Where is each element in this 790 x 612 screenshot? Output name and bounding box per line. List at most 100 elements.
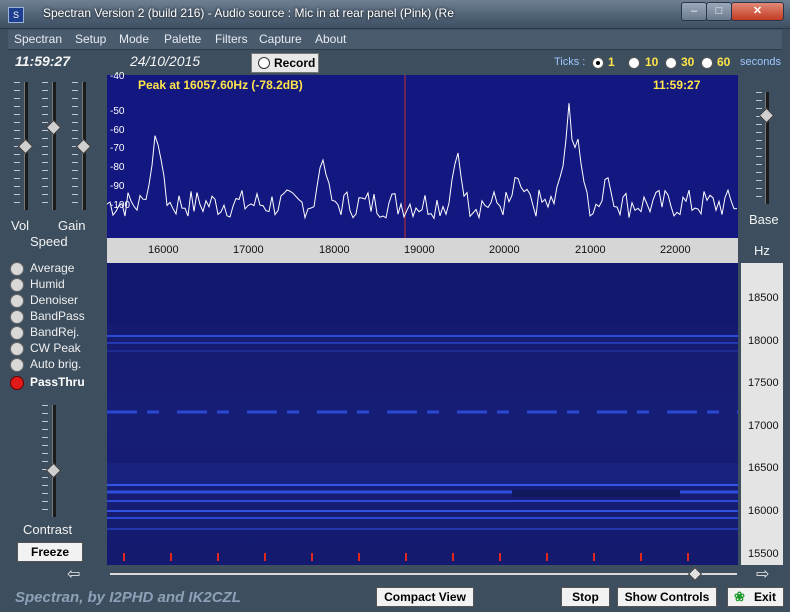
scale-label: 17500 — [748, 377, 779, 389]
exit-button[interactable]: ❀ Exit — [727, 587, 784, 607]
seconds-label: seconds — [740, 56, 781, 68]
tick-value-10: 10 — [645, 55, 659, 69]
db-label: -90 — [110, 181, 125, 192]
speed-slider-knob[interactable] — [45, 119, 62, 136]
waterfall-display[interactable] — [107, 263, 738, 565]
waterfall-noise-band — [107, 463, 738, 485]
db-label: -40 — [110, 71, 125, 82]
show-controls-button[interactable]: Show Controls — [617, 587, 717, 607]
freq-label: 21000 — [575, 244, 606, 256]
option-label: Humid — [30, 277, 65, 291]
option-bullet-icon — [10, 262, 24, 276]
menu-palette[interactable]: Palette — [164, 32, 201, 46]
scale-label: 18500 — [748, 292, 779, 304]
freeze-button[interactable]: Freeze — [17, 542, 83, 562]
scale-label: 16500 — [748, 462, 779, 474]
menu-mode[interactable]: Mode — [119, 32, 149, 46]
option-bullet-icon — [10, 310, 24, 324]
tick-radio-10[interactable] — [628, 57, 640, 69]
peak-readout: Peak at 16057.60Hz (-78.2dB) — [138, 78, 303, 92]
tick-radio-1[interactable] — [592, 57, 604, 69]
menu-filters[interactable]: Filters — [215, 32, 248, 46]
base-label: Base — [749, 212, 779, 227]
compact-view-button[interactable]: Compact View — [376, 587, 474, 607]
option-bullet-icon — [10, 278, 24, 292]
waterfall-markers — [123, 553, 689, 561]
tick-value-30: 30 — [681, 55, 695, 69]
record-label: Record — [274, 56, 316, 70]
record-circle-icon — [258, 57, 270, 69]
spectrum-svg — [107, 75, 738, 238]
db-label: -100 — [110, 200, 131, 211]
scale-label: 18000 — [748, 335, 779, 347]
freq-label: 17000 — [233, 244, 264, 256]
spectrum-display[interactable] — [107, 75, 738, 238]
date-display: 24/10/2015 — [130, 53, 201, 69]
option-label: BandRej. — [30, 325, 80, 339]
option-label: PassThru — [30, 375, 85, 389]
gain-slider-knob[interactable] — [75, 138, 92, 155]
minimize-button[interactable]: – — [681, 2, 707, 21]
menu-setup[interactable]: Setup — [75, 32, 106, 46]
credits-text: Spectran, by I2PHD and IK2CZL — [15, 589, 241, 606]
menu-capture[interactable]: Capture — [259, 32, 302, 46]
freq-label: 19000 — [404, 244, 435, 256]
option-bullet-icon — [10, 294, 24, 308]
vol-slider-knob[interactable] — [17, 138, 34, 155]
freq-label: 18000 — [319, 244, 350, 256]
spectran-app-icon[interactable]: S — [8, 7, 24, 23]
stop-button[interactable]: Stop — [561, 587, 610, 607]
arrow-right-icon[interactable]: ⇨ — [756, 564, 769, 584]
speed-slider-ticks — [42, 82, 48, 210]
option-label: BandPass — [30, 309, 85, 323]
exit-label: Exit — [754, 590, 777, 604]
hz-label: Hz — [754, 243, 770, 258]
contrast-slider[interactable] — [52, 405, 56, 517]
horizontal-scroll-knob[interactable] — [687, 566, 703, 582]
menu-bar: Spectran Setup Mode Palette Filters Capt… — [8, 30, 782, 50]
scale-label: 16000 — [748, 505, 779, 517]
option-label: CW Peak — [30, 341, 81, 355]
spectrum-time: 11:59:27 — [653, 78, 701, 92]
tick-value-60: 60 — [717, 55, 731, 69]
scale-label: 17000 — [748, 420, 779, 432]
gain-label: Gain — [58, 218, 86, 233]
tick-radio-60[interactable] — [701, 57, 713, 69]
option-bullet-icon — [10, 358, 24, 372]
contrast-label: Contrast — [23, 522, 73, 537]
maximize-button[interactable]: □ — [706, 2, 732, 21]
freq-label: 16000 — [148, 244, 179, 256]
waterfall-scale — [741, 263, 783, 565]
tick-radio-30[interactable] — [665, 57, 677, 69]
option-bullet-icon — [10, 376, 24, 390]
arrow-left-icon[interactable]: ⇦ — [67, 564, 80, 584]
speed-slider[interactable] — [52, 82, 56, 210]
contrast-slider-knob[interactable] — [45, 462, 62, 479]
option-bullet-icon — [10, 342, 24, 356]
clock-display: 11:59:27 — [15, 53, 71, 69]
option-label: Auto brig. — [30, 357, 82, 371]
menu-about[interactable]: About — [315, 32, 346, 46]
option-bullet-icon — [10, 326, 24, 340]
menu-spectran[interactable]: Spectran — [14, 32, 62, 46]
running-man-icon: ❀ — [734, 589, 745, 604]
vol-label: Vol — [11, 218, 30, 233]
base-slider-ticks — [756, 92, 762, 204]
option-label: Denoiser — [30, 293, 79, 307]
waterfall-band — [107, 263, 738, 325]
contrast-slider-ticks — [42, 405, 48, 517]
tick-value-1: 1 — [608, 55, 615, 69]
ticks-label: Ticks : — [554, 56, 586, 68]
freq-label: 22000 — [660, 244, 691, 256]
close-button[interactable]: ✕ — [731, 2, 784, 21]
db-label: -50 — [110, 106, 125, 117]
title-bar: S Spectran Version 2 (build 216) - Audio… — [0, 0, 790, 29]
window-title: Spectran Version 2 (build 216) - Audio s… — [43, 6, 454, 20]
waterfall-dark-patch — [512, 490, 680, 497]
db-label: -80 — [110, 162, 125, 173]
db-label: -60 — [110, 125, 125, 136]
record-button[interactable]: Record — [251, 53, 319, 73]
horizontal-scroll-track[interactable] — [110, 573, 737, 575]
freq-label: 20000 — [489, 244, 520, 256]
scale-label: 15500 — [748, 548, 779, 560]
